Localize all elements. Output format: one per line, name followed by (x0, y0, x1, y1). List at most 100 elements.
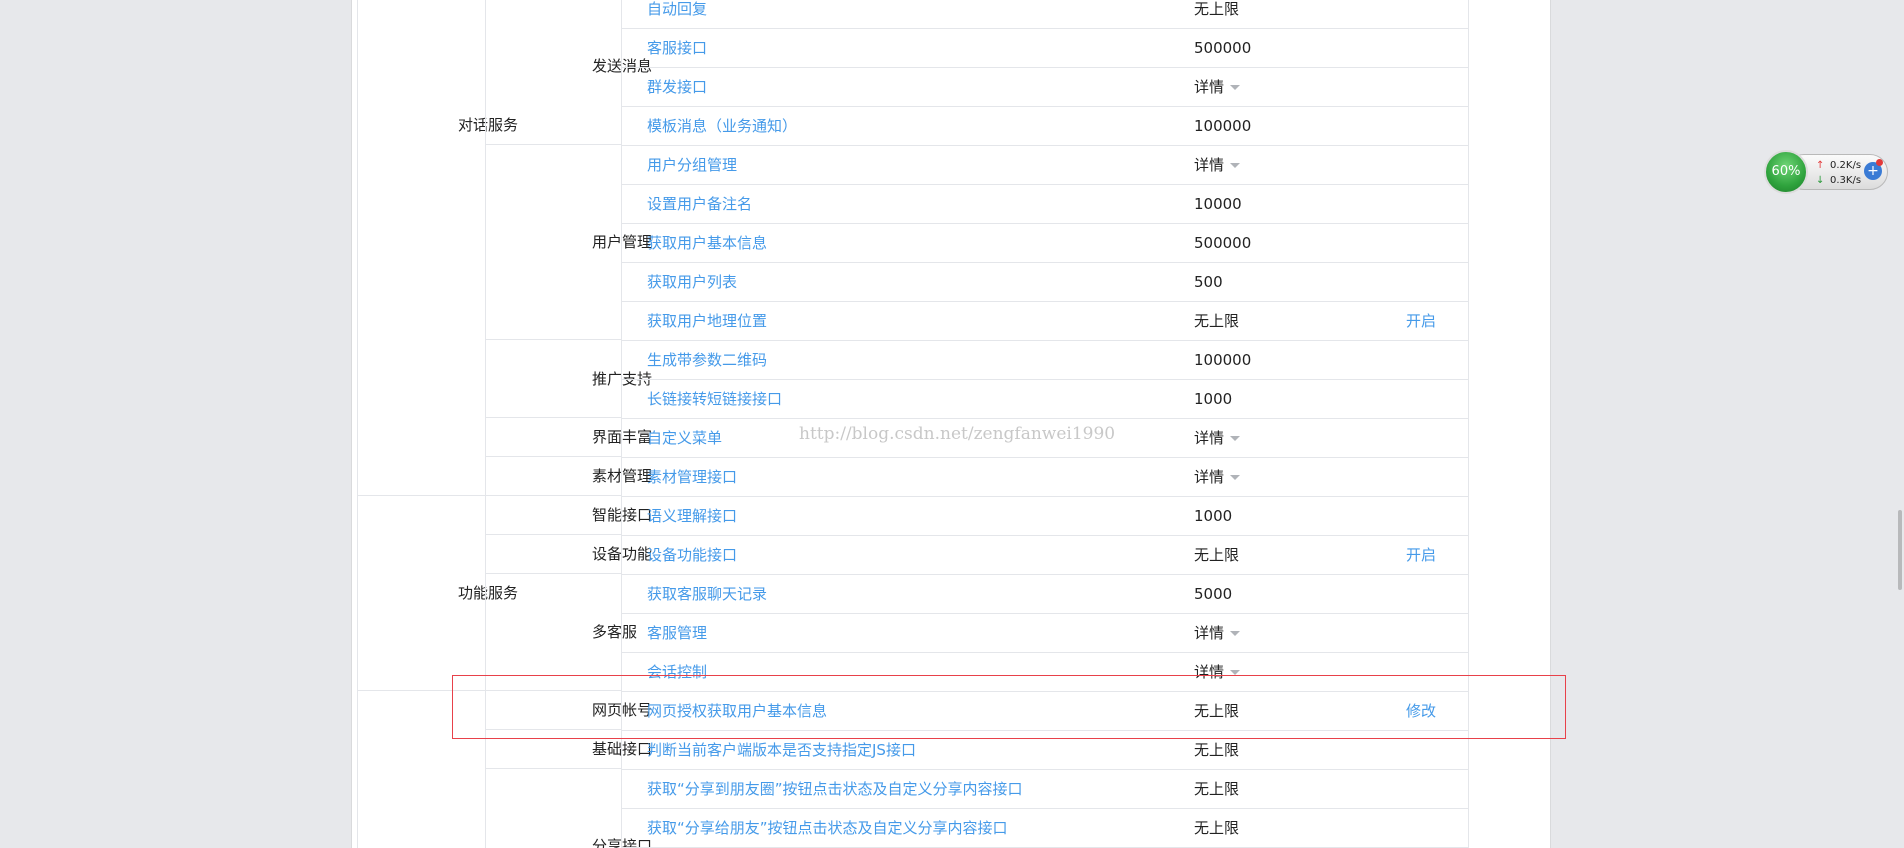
row-divider (621, 808, 1468, 809)
api-name-link[interactable]: 客服管理 (647, 623, 707, 643)
row-divider (621, 28, 1468, 29)
quota-value-text: 详情 (1194, 156, 1225, 174)
row-divider (621, 652, 1468, 653)
column-divider (357, 0, 358, 848)
quota-value-text: 无上限 (1194, 780, 1240, 798)
quota-value-text: 详情 (1194, 468, 1225, 486)
row-divider (621, 769, 1468, 770)
category-divider (357, 495, 485, 496)
api-name-link[interactable]: 客服接口 (647, 38, 707, 58)
quota-value-text: 1000 (1194, 507, 1233, 525)
caret-down-icon (1230, 631, 1241, 636)
api-name-link[interactable]: 获取用户地理位置 (647, 311, 767, 331)
group-divider (485, 573, 621, 574)
api-name-link[interactable]: 长链接转短链接接口 (647, 389, 782, 409)
quota-value: 500000 (1194, 233, 1251, 253)
quota-value: 无上限 (1194, 311, 1239, 331)
upload-arrow-icon: ↑ (1816, 160, 1825, 171)
scrollbar-thumb[interactable] (1898, 510, 1902, 590)
quota-value-text: 无上限 (1194, 312, 1240, 330)
quota-value: 无上限 (1194, 0, 1239, 19)
row-action-link[interactable]: 开启 (1406, 545, 1436, 565)
row-divider (621, 67, 1468, 68)
row-divider (621, 340, 1468, 341)
quota-value[interactable]: 详情 (1194, 155, 1241, 175)
api-name-link[interactable]: 设置用户备注名 (647, 194, 752, 214)
api-name-link[interactable]: 获取客服聊天记录 (647, 584, 767, 604)
row-divider (621, 379, 1468, 380)
api-name-link[interactable]: 获取“分享给朋友”按钮点击状态及自定义分享内容接口 (647, 818, 1008, 838)
group-divider (485, 495, 621, 496)
quota-value-text: 无上限 (1194, 741, 1240, 759)
quota-value: 无上限 (1194, 779, 1239, 799)
api-name-link[interactable]: 群发接口 (647, 77, 707, 97)
download-arrow-icon: ↓ (1816, 175, 1825, 186)
quota-value: 500000 (1194, 38, 1251, 58)
api-name-link[interactable]: 用户分组管理 (647, 155, 737, 175)
upload-speed: 0.2K/s (1830, 160, 1862, 171)
row-divider (621, 223, 1468, 224)
caret-down-icon (1230, 475, 1241, 480)
quota-value[interactable]: 详情 (1194, 467, 1241, 487)
usage-ball[interactable]: 60% (1764, 150, 1808, 194)
group-smart-api: 智能接口 (592, 506, 653, 524)
group-divider (485, 456, 621, 457)
caret-down-icon (1230, 436, 1241, 441)
api-name-link[interactable]: 设备功能接口 (647, 545, 737, 565)
api-name-link[interactable]: 获取“分享到朋友圈”按钮点击状态及自定义分享内容接口 (647, 779, 1023, 799)
group-basic-api: 基础接口 (592, 740, 653, 758)
quota-value: 10000 (1194, 194, 1242, 214)
api-name-link[interactable]: 自定义菜单 (647, 428, 722, 448)
quota-value-text: 10000 (1194, 195, 1242, 213)
row-divider (621, 535, 1468, 536)
quota-value-text: 500 (1194, 273, 1223, 291)
quota-value-text: 5000 (1194, 585, 1233, 603)
row-divider (621, 496, 1468, 497)
quota-value: 无上限 (1194, 740, 1239, 760)
quota-value-text: 500000 (1194, 39, 1252, 57)
watermark: http://blog.csdn.net/zengfanwei1990 (799, 424, 1116, 444)
row-divider (621, 106, 1468, 107)
api-name-link[interactable]: 生成带参数二维码 (647, 350, 767, 370)
quota-value: 1000 (1194, 506, 1232, 526)
highlight-box (452, 675, 1566, 739)
quota-value-text: 1000 (1194, 390, 1233, 408)
quota-value: 无上限 (1194, 818, 1239, 838)
row-divider (621, 145, 1468, 146)
api-name-link[interactable]: 判断当前客户端版本是否支持指定JS接口 (647, 740, 916, 760)
category-function-service: 功能服务 (458, 584, 519, 602)
row-divider (621, 262, 1468, 263)
quota-value-text: 100000 (1194, 351, 1252, 369)
row-action-link[interactable]: 开启 (1406, 311, 1436, 331)
row-divider (621, 184, 1468, 185)
group-divider (485, 417, 621, 418)
caret-down-icon (1230, 85, 1241, 90)
group-ui-rich: 界面丰富 (592, 428, 653, 446)
group-divider (485, 144, 621, 145)
notification-dot (1876, 159, 1883, 166)
group-send-message: 发送消息 (592, 57, 653, 75)
quota-value[interactable]: 详情 (1194, 623, 1241, 643)
api-name-link[interactable]: 语义理解接口 (647, 506, 737, 526)
api-name-link[interactable]: 模板消息（业务通知） (647, 116, 797, 136)
row-divider (621, 418, 1468, 419)
row-divider (621, 301, 1468, 302)
row-divider (621, 613, 1468, 614)
api-name-link[interactable]: 获取用户列表 (647, 272, 737, 292)
download-speed: 0.3K/s (1830, 175, 1862, 186)
quota-value[interactable]: 详情 (1194, 428, 1241, 448)
api-name-link[interactable]: 素材管理接口 (647, 467, 737, 487)
quota-value: 无上限 (1194, 545, 1239, 565)
quota-value: 5000 (1194, 584, 1232, 604)
quota-value-text: 无上限 (1194, 546, 1240, 564)
quota-value: 100000 (1194, 116, 1251, 136)
group-multi-cs: 多客服 (592, 623, 638, 641)
quota-value-text: 无上限 (1194, 819, 1240, 837)
api-name-link[interactable]: 获取用户基本信息 (647, 233, 767, 253)
group-device: 设备功能 (592, 545, 653, 563)
category-dialog-service: 对话服务 (458, 116, 519, 134)
network-speed-widget[interactable]: 60% ↑ 0.2K/s ↓ 0.3K/s + (1764, 150, 1890, 194)
api-name-link[interactable]: 自动回复 (647, 0, 707, 19)
quota-value: 500 (1194, 272, 1223, 292)
quota-value[interactable]: 详情 (1194, 77, 1241, 97)
